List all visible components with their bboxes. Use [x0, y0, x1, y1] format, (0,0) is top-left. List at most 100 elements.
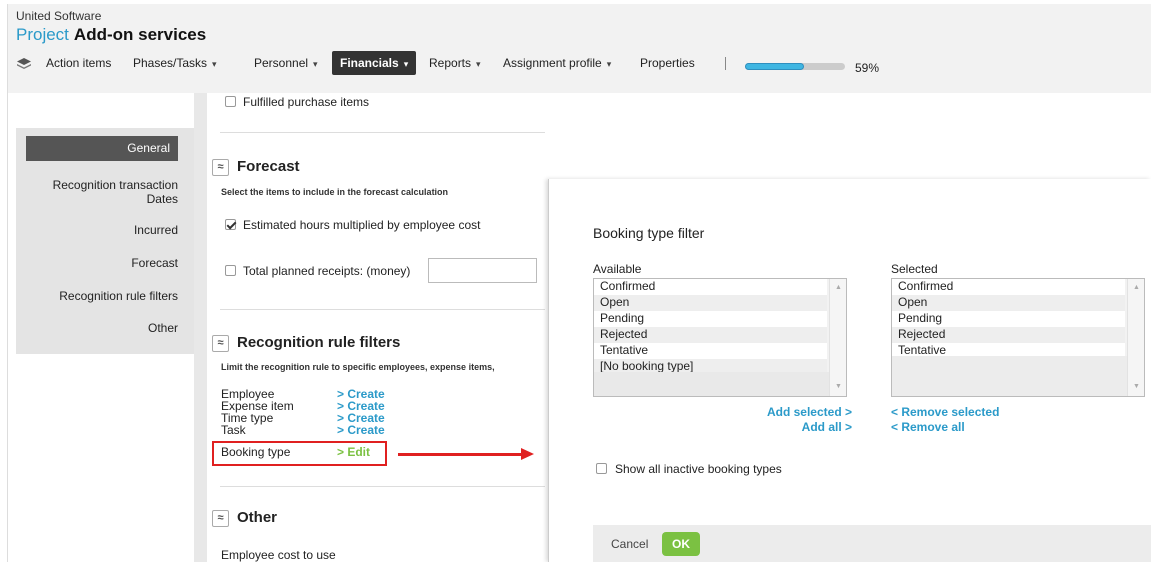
remove-all-link[interactable]: < Remove all: [891, 420, 965, 434]
available-label: Available: [593, 262, 642, 276]
scroll-up-icon[interactable]: ▲: [1133, 284, 1140, 291]
list-blank-area: [594, 372, 829, 396]
scroll-down-icon[interactable]: ▼: [1133, 383, 1140, 390]
collapse-icon[interactable]: ≈: [212, 335, 229, 352]
nav-divider: [725, 57, 726, 70]
arrow-line: [398, 453, 523, 456]
divider: [220, 486, 545, 487]
cancel-button[interactable]: Cancel: [611, 537, 648, 551]
forecast-heading: ≈ Forecast: [212, 158, 300, 176]
scrollbar[interactable]: ▲ ▼: [1127, 279, 1144, 396]
chevron-down-icon: ▾: [212, 59, 217, 69]
page-title: Project Add-on services: [16, 25, 206, 45]
nav-financials[interactable]: Financials ▾: [332, 51, 417, 75]
nav-financials-label: Financials: [340, 56, 399, 70]
add-selected-link[interactable]: Add selected >: [729, 405, 852, 419]
list-item[interactable]: Open: [594, 295, 827, 311]
collapse-icon[interactable]: ≈: [212, 159, 229, 176]
nav-reports-label: Reports: [429, 56, 472, 70]
divider: [220, 132, 545, 133]
highlight-box: [212, 441, 387, 466]
chevron-down-icon: ▾: [403, 59, 409, 69]
list-item[interactable]: Rejected: [594, 327, 827, 343]
nav-reports[interactable]: Reports ▾: [429, 56, 481, 70]
list-item[interactable]: Tentative: [594, 343, 827, 359]
list-item[interactable]: Confirmed: [594, 279, 827, 295]
fulfilled-checkbox[interactable]: [225, 96, 236, 107]
chevron-down-icon: ▾: [476, 59, 481, 69]
dialog-title: Booking type filter: [593, 225, 705, 241]
filters-heading: ≈ Recognition rule filters: [212, 334, 400, 352]
booking-type-dialog: Booking type filter Available Confirmed …: [548, 179, 1151, 562]
remove-selected-link[interactable]: < Remove selected: [891, 405, 999, 419]
nav-bar: Action items Phases/Tasks ▾ Personnel ▾ Fi…: [8, 49, 1151, 77]
sidebar-item-recognition-dates[interactable]: Recognition transaction Dates: [28, 178, 178, 206]
nav-properties[interactable]: Properties: [640, 56, 695, 70]
forecast-description: Select the items to include in the forec…: [221, 187, 449, 197]
sidebar-item-general[interactable]: General: [26, 136, 178, 161]
nav-personnel[interactable]: Personnel ▾: [254, 56, 318, 70]
chevron-down-icon: ▾: [606, 59, 612, 69]
nav-action-items[interactable]: Action items: [46, 56, 111, 70]
project-name: Add-on services: [73, 25, 207, 44]
list-blank-area: [892, 356, 1127, 396]
sidebar-gutter: [194, 93, 207, 562]
estimated-checkbox[interactable]: [225, 219, 236, 230]
create-link[interactable]: > Create: [337, 424, 385, 436]
fulfilled-label: Fulfilled purchase items: [243, 95, 370, 109]
nav-assignment-profile[interactable]: Assignment profile ▾: [503, 56, 611, 70]
planned-receipts-label: Total planned receipts: (money): [243, 264, 411, 278]
project-label[interactable]: Project: [16, 25, 69, 44]
sidebar: General Recognition transaction Dates In…: [16, 128, 194, 354]
list-item[interactable]: Open: [892, 295, 1125, 311]
filter-label: Task: [221, 423, 246, 437]
add-all-link[interactable]: Add all >: [729, 420, 852, 434]
estimated-row[interactable]: Estimated hours multiplied by employee c…: [225, 218, 480, 232]
nav-assignment-profile-label: Assignment profile: [503, 56, 602, 70]
planned-receipts-checkbox[interactable]: [225, 265, 236, 276]
filters-title: Recognition rule filters: [237, 334, 401, 351]
list-item[interactable]: Pending: [594, 311, 827, 327]
progress-bar: [745, 63, 845, 70]
available-list[interactable]: Confirmed Open Pending Rejected Tentativ…: [593, 278, 847, 397]
sidebar-item-other[interactable]: Other: [148, 321, 178, 335]
scroll-up-icon[interactable]: ▲: [835, 284, 842, 291]
progress-fill: [745, 63, 804, 70]
chevron-down-icon: ▾: [313, 59, 318, 69]
nav-phases-tasks-label: Phases/Tasks: [133, 56, 208, 70]
other-title: Other: [237, 509, 278, 526]
selected-list[interactable]: Confirmed Open Pending Rejected Tentativ…: [891, 278, 1145, 397]
planned-receipts-row[interactable]: Total planned receipts: (money): [225, 264, 410, 278]
left-border: [7, 93, 8, 562]
layers-icon[interactable]: [16, 56, 32, 72]
dialog-footer: Cancel OK: [593, 525, 1151, 562]
filter-row-task: Task > Create: [221, 423, 385, 437]
nav-phases-tasks[interactable]: Phases/Tasks ▾: [133, 56, 217, 70]
scroll-down-icon[interactable]: ▼: [835, 383, 842, 390]
filters-description: Limit the recognition rule to specific e…: [221, 362, 495, 372]
arrow-head-icon: [521, 448, 534, 460]
nav-personnel-label: Personnel: [254, 56, 309, 70]
sidebar-item-incurred[interactable]: Incurred: [134, 223, 178, 237]
ok-button[interactable]: OK: [662, 532, 700, 556]
show-inactive-label: Show all inactive booking types: [615, 462, 782, 476]
app-header: United Software Project Add-on services A…: [7, 4, 1151, 93]
sidebar-item-recognition-rule-filters[interactable]: Recognition rule filters: [59, 289, 178, 303]
planned-receipts-input[interactable]: [428, 258, 537, 283]
company-name: United Software: [16, 9, 102, 23]
estimated-label: Estimated hours multiplied by employee c…: [243, 218, 481, 232]
other-heading: ≈ Other: [212, 509, 277, 527]
list-item[interactable]: Rejected: [892, 327, 1125, 343]
list-item[interactable]: Confirmed: [892, 279, 1125, 295]
list-item[interactable]: Pending: [892, 311, 1125, 327]
fulfilled-row[interactable]: Fulfilled purchase items: [225, 95, 369, 109]
employee-cost-label: Employee cost to use: [221, 548, 336, 562]
divider: [220, 309, 545, 310]
show-inactive-checkbox[interactable]: [596, 463, 607, 474]
sidebar-item-forecast[interactable]: Forecast: [131, 256, 178, 270]
show-inactive-row[interactable]: Show all inactive booking types: [596, 462, 782, 476]
selected-label: Selected: [891, 262, 938, 276]
forecast-title: Forecast: [237, 158, 300, 175]
scrollbar[interactable]: ▲ ▼: [829, 279, 846, 396]
collapse-icon[interactable]: ≈: [212, 510, 229, 527]
